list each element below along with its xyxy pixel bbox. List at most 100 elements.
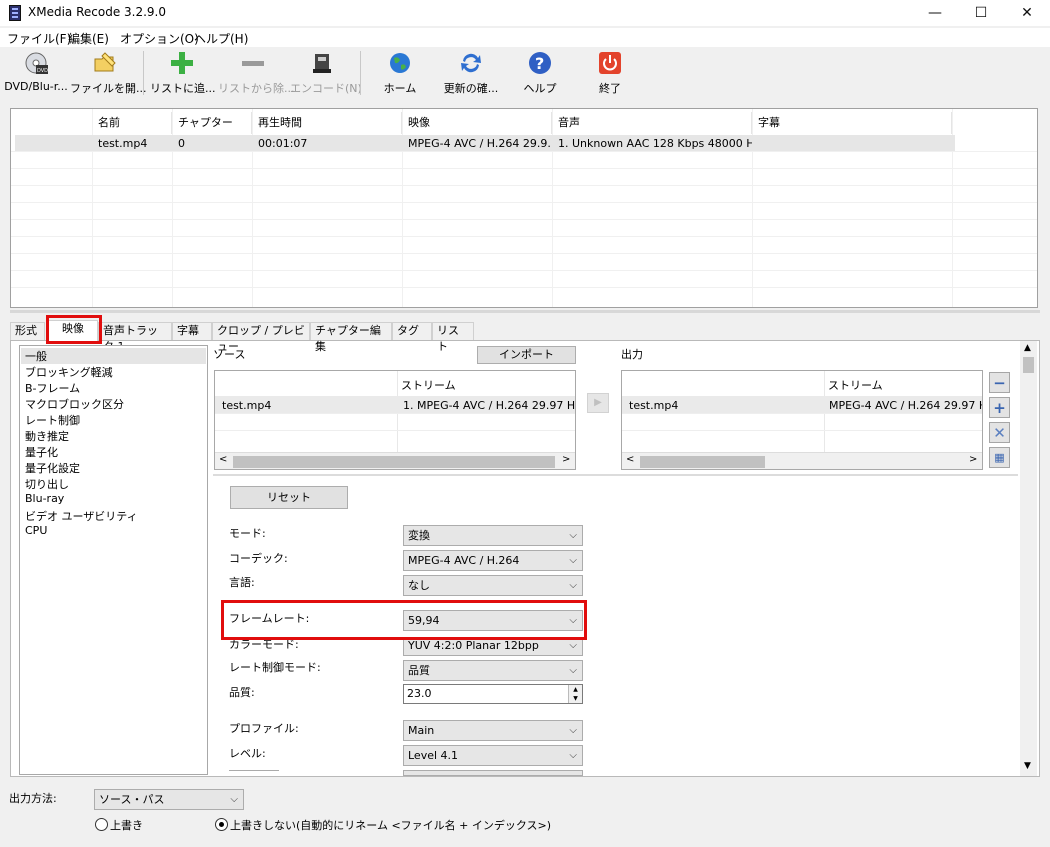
close-button[interactable]: ✕: [1004, 0, 1050, 26]
open-file-button[interactable]: ファイルを開...: [70, 51, 147, 99]
list-item[interactable]: 量子化設定: [25, 460, 80, 476]
scroll-right-icon[interactable]: >: [562, 454, 570, 465]
encode-button[interactable]: エンコード(N): [290, 51, 362, 99]
delete-stream-button[interactable]: ✕: [989, 422, 1010, 443]
horizontal-scrollbar[interactable]: < >: [215, 452, 575, 469]
remove-stream-button[interactable]: −: [989, 372, 1010, 393]
stepper-arrows-icon[interactable]: ▲ ▼: [568, 685, 582, 703]
check-update-button[interactable]: 更新の確...: [438, 51, 504, 99]
cut-off-select[interactable]: [403, 770, 583, 776]
menu-file[interactable]: ファイル(F): [7, 30, 71, 47]
list-item[interactable]: マクロブロック区分: [25, 396, 124, 412]
chevron-down-icon: ⌵: [569, 555, 577, 566]
language-select[interactable]: なし ⌵: [403, 575, 583, 596]
output-method-select[interactable]: ソース・パス ⌵: [94, 789, 244, 810]
column-header-audio[interactable]: 音声: [552, 112, 752, 134]
dvd-bluray-button[interactable]: DVD DVD/Blu-r...: [2, 51, 70, 99]
level-label: レベル:: [229, 747, 266, 760]
import-button[interactable]: インポート: [477, 346, 576, 364]
tab-crop-preview[interactable]: クロップ / プレビュー: [212, 322, 310, 353]
quality-stepper[interactable]: 23.0 ▲ ▼: [403, 684, 583, 704]
list-item[interactable]: 切り出し: [25, 476, 69, 492]
profile-label: プロファイル:: [229, 722, 299, 735]
menu-help[interactable]: ヘルプ(H): [194, 30, 248, 47]
scroll-left-icon[interactable]: <: [626, 454, 634, 465]
scroll-left-icon[interactable]: <: [219, 454, 227, 465]
source-stream-table[interactable]: ストリーム test.mp4 1. MPEG-4 AVC / H.264 29.…: [214, 370, 576, 470]
tab-strip: 形式 映像 音声トラック 1 字幕 クロップ / プレビュー チャプター編集 タ…: [10, 320, 1040, 353]
scroll-down-icon[interactable]: ▼: [1024, 761, 1031, 771]
exit-button[interactable]: 終了: [584, 51, 636, 99]
table-cell: 0: [178, 137, 185, 150]
column-header-subtitle[interactable]: 字幕: [752, 112, 952, 134]
remove-from-list-button[interactable]: リストから除...: [218, 51, 295, 99]
add-stream-arrow-button[interactable]: ▶: [587, 393, 609, 413]
scrollbar-thumb[interactable]: [640, 456, 765, 468]
reset-button[interactable]: リセット: [230, 486, 348, 509]
profile-select[interactable]: Main ⌵: [403, 720, 583, 741]
no-overwrite-radio-option[interactable]: 上書きしない(自動的にリネーム <ファイル名 + インデックス>): [215, 817, 551, 833]
output-stream-table[interactable]: ストリーム test.mp4 MPEG-4 AVC / H.264 29.97 …: [621, 370, 983, 470]
update-icon: [459, 51, 483, 75]
highlight-box-framerate: [221, 600, 587, 640]
scrollbar-thumb[interactable]: [1023, 357, 1034, 373]
list-item[interactable]: 一般: [21, 348, 206, 364]
rate-control-label: レート制御モード:: [229, 661, 321, 674]
splitter-handle[interactable]: [10, 310, 1040, 313]
column-header-stream[interactable]: ストリーム: [828, 377, 883, 393]
list-item[interactable]: ビデオ ユーザビリティ: [25, 508, 138, 524]
table-cell: MPEG-4 AVC / H.264 29.9...: [408, 137, 552, 150]
vertical-scrollbar[interactable]: ▲ ▼: [1020, 341, 1037, 776]
codec-select[interactable]: MPEG-4 AVC / H.264 ⌵: [403, 550, 583, 571]
radio-button[interactable]: [95, 818, 108, 831]
list-item[interactable]: Blu-ray: [25, 492, 64, 505]
add-to-list-button[interactable]: リストに追...: [150, 51, 216, 99]
rate-control-select[interactable]: 品質 ⌵: [403, 660, 583, 681]
tab-subtitle[interactable]: 字幕: [172, 322, 212, 340]
scrollbar-thumb[interactable]: [233, 456, 555, 468]
column-header-stream[interactable]: ストリーム: [401, 377, 456, 393]
help-button[interactable]: ? ヘルプ: [512, 51, 568, 99]
minimize-button[interactable]: —: [912, 0, 958, 26]
list-item[interactable]: 動き推定: [25, 428, 69, 444]
menu-options[interactable]: オプション(O): [120, 30, 199, 47]
overwrite-label: 上書き: [110, 819, 143, 832]
add-stream-button[interactable]: +: [989, 397, 1010, 418]
tab-format[interactable]: 形式: [10, 322, 45, 340]
horizontal-scrollbar[interactable]: < >: [622, 452, 982, 469]
highlight-box-video-tab: [46, 315, 102, 344]
scroll-right-icon[interactable]: >: [969, 454, 977, 465]
list-item[interactable]: B-フレーム: [25, 380, 80, 396]
tab-tag[interactable]: タグ: [392, 322, 432, 340]
home-button[interactable]: ホーム: [372, 51, 428, 99]
list-item[interactable]: CPU: [25, 524, 47, 537]
maximize-button[interactable]: ☐: [958, 0, 1004, 26]
help-icon: ?: [528, 51, 552, 75]
column-header-name[interactable]: 名前: [92, 112, 172, 134]
level-select[interactable]: Level 4.1 ⌵: [403, 745, 583, 766]
radio-button-selected[interactable]: [215, 818, 228, 831]
file-list-table[interactable]: 名前 チャプター 再生時間 映像 音声 字幕 test.mp4 0 00:01:…: [10, 108, 1038, 308]
power-icon: [598, 51, 622, 75]
column-header-video[interactable]: 映像: [402, 112, 552, 134]
disc-icon: DVD: [24, 51, 48, 75]
column-header-duration[interactable]: 再生時間: [252, 112, 402, 134]
overwrite-radio-option[interactable]: 上書き: [95, 817, 185, 833]
stream-settings-button[interactable]: ▦: [989, 447, 1010, 468]
toolbar: DVD DVD/Blu-r... ファイルを開... リストに追... リストか…: [0, 47, 1050, 102]
cut-off-label: [229, 770, 279, 776]
menu-edit[interactable]: 編集(E): [68, 30, 109, 47]
svg-text:DVD: DVD: [37, 68, 48, 74]
no-overwrite-label: 上書きしない(自動的にリネーム <ファイル名 + インデックス>): [230, 819, 552, 832]
list-item[interactable]: 量子化: [25, 444, 58, 460]
scroll-up-icon[interactable]: ▲: [1024, 343, 1031, 353]
settings-category-list[interactable]: 一般 ブロッキング軽減 B-フレーム マクロブロック区分 レート制御 動き推定 …: [19, 345, 208, 775]
tab-audio-track[interactable]: 音声トラック 1: [98, 322, 172, 353]
column-header-chapter[interactable]: チャプター: [172, 112, 252, 134]
tab-list[interactable]: リスト: [432, 322, 474, 353]
tab-chapter-edit[interactable]: チャプター編集: [310, 322, 392, 353]
list-item[interactable]: ブロッキング軽減: [25, 364, 113, 380]
remove-from-list-icon: [241, 51, 265, 75]
list-item[interactable]: レート制御: [25, 412, 80, 428]
mode-select[interactable]: 変換 ⌵: [403, 525, 583, 546]
